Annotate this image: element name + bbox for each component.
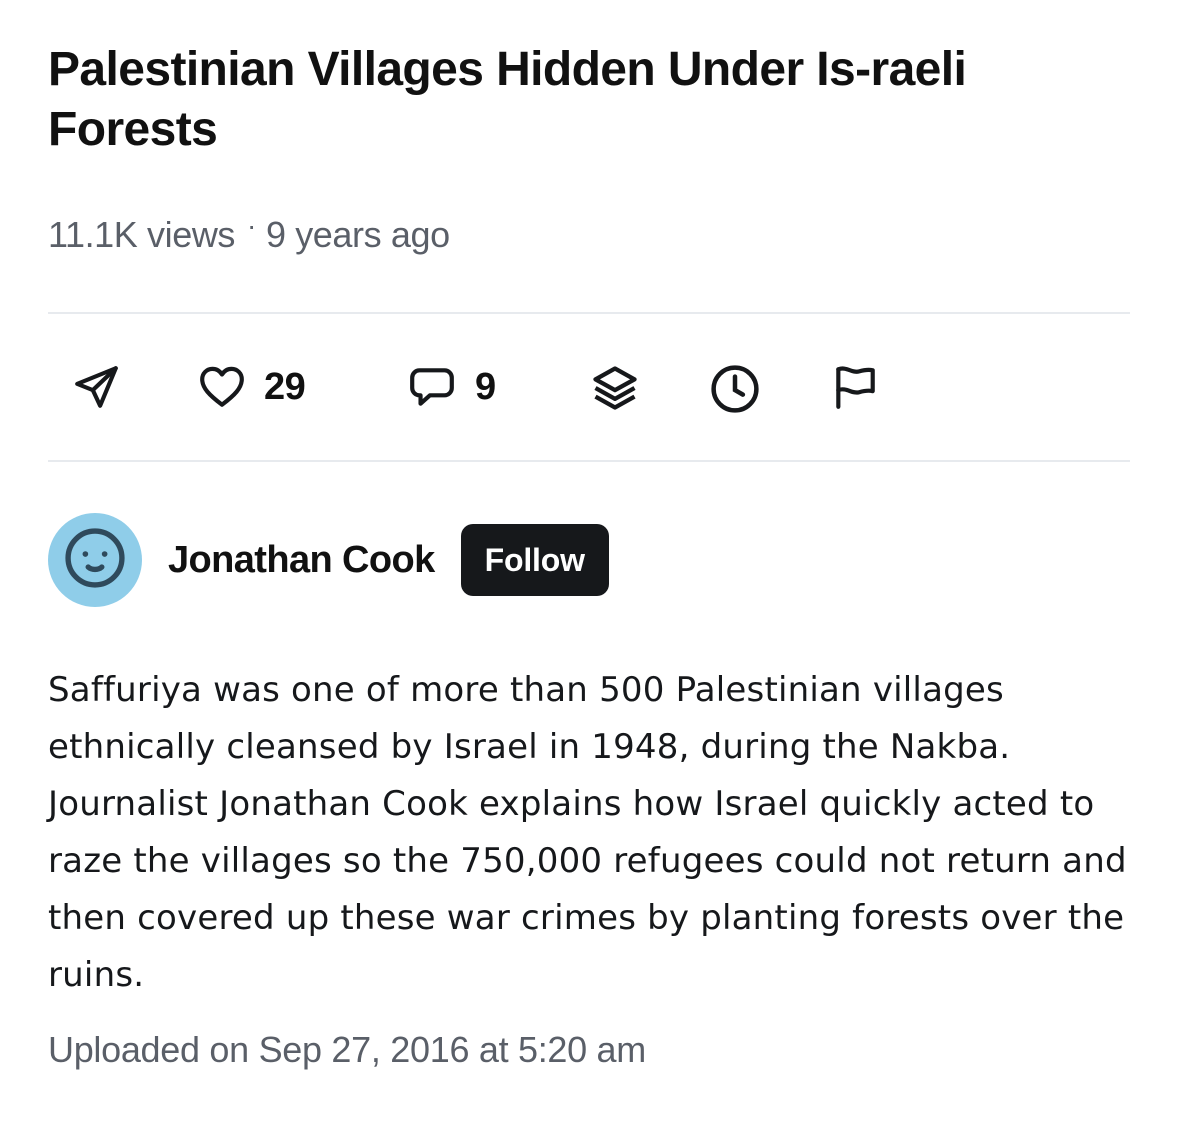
send-icon xyxy=(72,362,122,412)
comment-button[interactable]: 9 xyxy=(405,362,496,412)
like-button[interactable]: 29 xyxy=(196,362,306,412)
video-title: Palestinian Villages Hidden Under Is-rae… xyxy=(48,43,967,156)
flag-icon xyxy=(830,362,880,412)
comment-icon xyxy=(405,362,459,412)
clock-icon xyxy=(708,362,762,416)
watch-later-button[interactable] xyxy=(708,362,762,416)
upload-date: Uploaded on Sep 27, 2016 at 5:20 am xyxy=(48,1029,646,1070)
author-name[interactable]: Jonathan Cook xyxy=(168,539,435,582)
video-description: Saffuriya was one of more than 500 Pales… xyxy=(48,670,1127,995)
heart-icon xyxy=(196,362,248,412)
layers-icon xyxy=(588,362,642,414)
report-button[interactable] xyxy=(830,362,880,412)
author-row: Jonathan Cook Follow xyxy=(48,510,1130,610)
smiley-face-icon xyxy=(61,524,129,597)
meta-separator: · xyxy=(247,210,256,241)
video-detail-page: Palestinian Villages Hidden Under Is-rae… xyxy=(0,0,1178,1128)
action-bar: 29 9 xyxy=(48,314,1130,460)
save-to-playlist-button[interactable] xyxy=(588,362,642,414)
comment-count: 9 xyxy=(475,365,496,408)
follow-button[interactable]: Follow xyxy=(460,524,609,596)
video-meta: 11.1K views · 9 years ago xyxy=(48,210,1130,257)
divider-bottom xyxy=(48,460,1130,462)
share-button[interactable] xyxy=(72,362,122,412)
avatar[interactable] xyxy=(48,513,142,607)
like-count: 29 xyxy=(264,365,306,408)
upload-age: 9 years ago xyxy=(265,214,450,255)
view-count: 11.1K views xyxy=(48,214,236,255)
